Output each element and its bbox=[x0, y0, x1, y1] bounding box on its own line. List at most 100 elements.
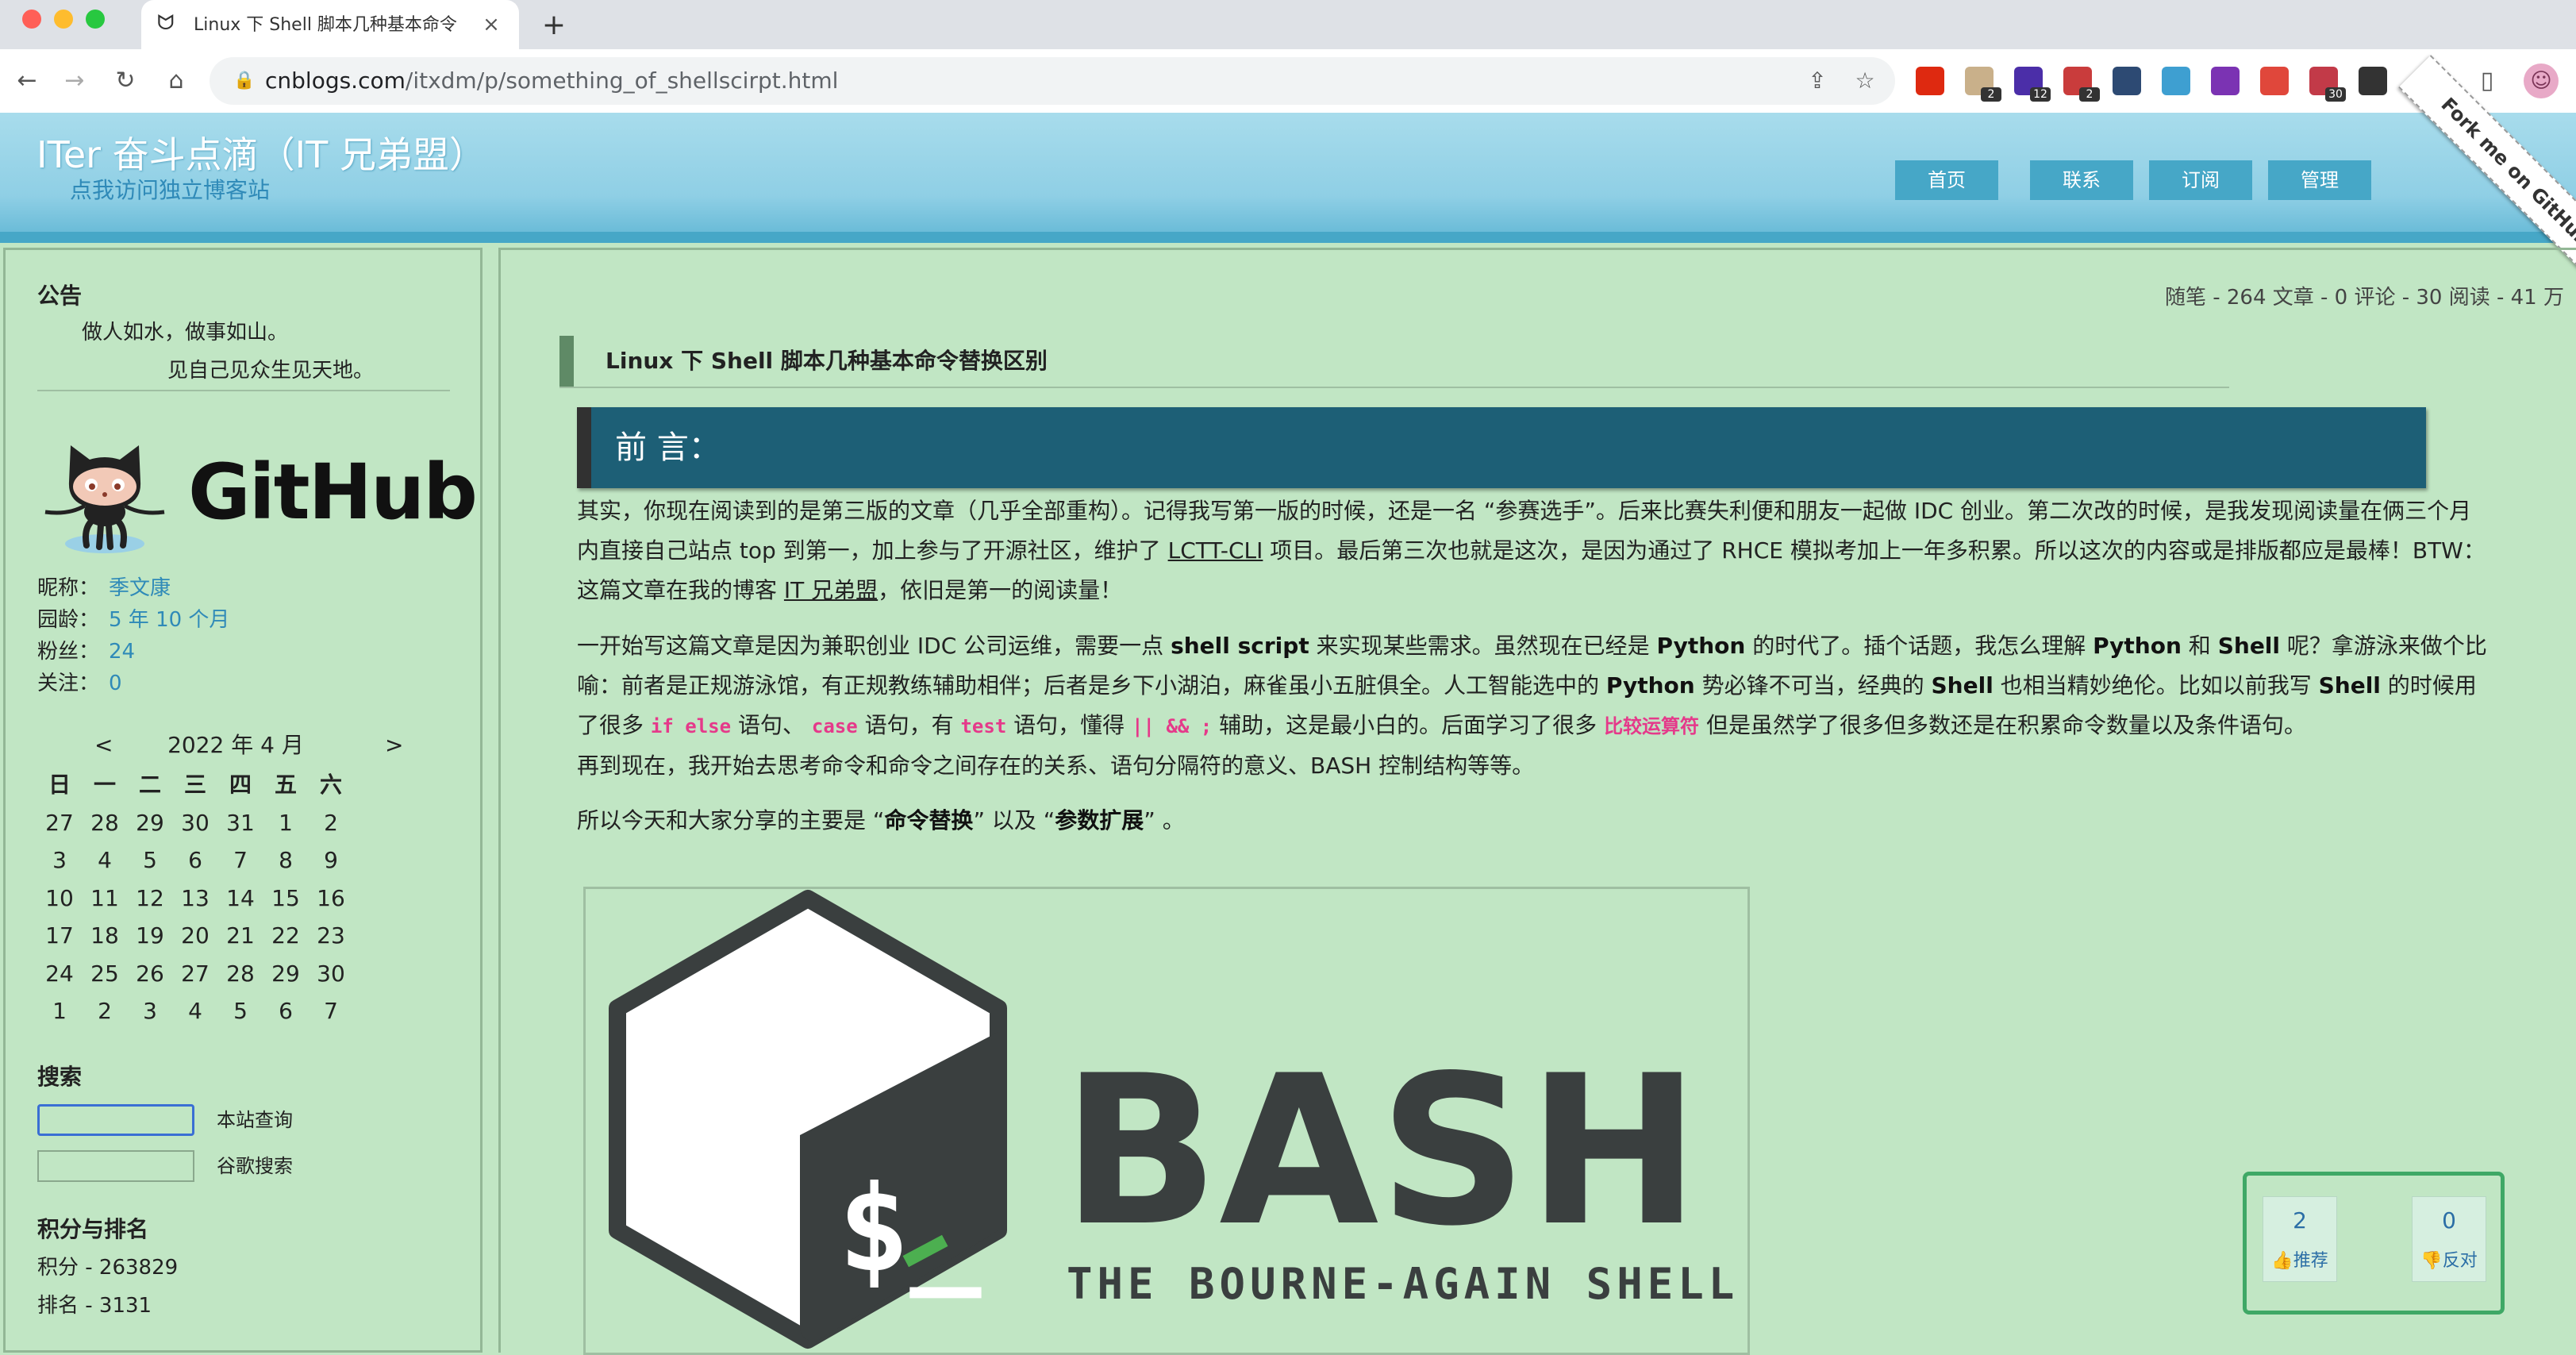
p2-text: 和 bbox=[2181, 633, 2218, 659]
calendar-day[interactable]: 12 bbox=[128, 880, 172, 918]
inline-code: if else bbox=[650, 715, 732, 737]
calendar-prev-button[interactable]: < bbox=[94, 729, 113, 761]
calendar-day[interactable]: 15 bbox=[263, 880, 308, 918]
calendar-day[interactable]: 23 bbox=[309, 917, 353, 955]
profile-nickname-link[interactable]: 季文康 bbox=[109, 572, 171, 604]
calendar-day[interactable]: 26 bbox=[128, 955, 172, 993]
browser-tab-active[interactable]: ᗢ Linux 下 Shell 脚本几种基本命令 × bbox=[141, 0, 519, 49]
paragraph-background: 一开始写这篇文章是因为兼职创业 IDC 公司运维，需要一点 shell scri… bbox=[577, 626, 2576, 786]
calendar-day[interactable]: 10 bbox=[37, 880, 82, 918]
site-title[interactable]: ITer 奋斗点滴（IT 兄弟盟） bbox=[37, 130, 592, 179]
minimize-window-button[interactable] bbox=[54, 10, 73, 29]
calendar-day[interactable]: 13 bbox=[173, 880, 217, 918]
note-extension-icon[interactable] bbox=[2260, 67, 2289, 95]
calendar-day[interactable]: 28 bbox=[218, 955, 263, 993]
calendar-day[interactable]: 29 bbox=[263, 955, 308, 993]
notice-line-1: 做人如水，做事如山。 bbox=[82, 321, 289, 345]
calendar-day[interactable]: 6 bbox=[173, 841, 217, 880]
calendar-day[interactable]: 8 bbox=[263, 841, 308, 880]
calendar-day[interactable]: 7 bbox=[309, 992, 353, 1030]
profile-age-link[interactable]: 5 年 10 个月 bbox=[109, 604, 229, 636]
calendar-day[interactable]: 20 bbox=[173, 917, 217, 955]
onenote-icon[interactable] bbox=[2211, 67, 2240, 95]
bash-tagline: THE BOURNE-AGAIN SHELL bbox=[1067, 1259, 1739, 1309]
calendar-day[interactable]: 14 bbox=[218, 880, 263, 918]
calendar-weekday: 一 bbox=[93, 772, 116, 798]
calendar-day[interactable]: 27 bbox=[173, 955, 217, 993]
it-brother-link[interactable]: IT 兄弟盟 bbox=[784, 577, 878, 603]
calendar-day[interactable]: 29 bbox=[128, 804, 172, 842]
china-flag-icon[interactable] bbox=[1916, 67, 1944, 95]
side-panel-icon[interactable]: ▯ bbox=[2470, 64, 2505, 98]
calendar-day[interactable]: 24 bbox=[37, 955, 82, 993]
google-search-button[interactable]: 谷歌搜索 bbox=[217, 1150, 293, 1182]
close-tab-icon[interactable]: × bbox=[478, 11, 505, 38]
calendar-day[interactable]: 19 bbox=[128, 917, 172, 955]
reload-icon[interactable]: ↻ bbox=[108, 64, 143, 98]
calendar-day[interactable]: 9 bbox=[309, 841, 353, 880]
calendar-extension-icon[interactable]: 30 bbox=[2309, 67, 2346, 102]
calendar-day[interactable]: 16 bbox=[309, 880, 353, 918]
close-window-button[interactable] bbox=[22, 10, 41, 29]
lctt-cli-link[interactable]: LCTT-CLI bbox=[1168, 537, 1263, 564]
calendar-day[interactable]: 30 bbox=[309, 955, 353, 993]
calendar-day[interactable]: 4 bbox=[83, 841, 127, 880]
calendar-day[interactable]: 27 bbox=[37, 804, 82, 842]
calendar-day[interactable]: 21 bbox=[218, 917, 263, 955]
calendar-weekday: 二 bbox=[138, 772, 161, 798]
nav-contact[interactable]: 联系 bbox=[2030, 160, 2133, 200]
calendar-day[interactable]: 3 bbox=[128, 992, 172, 1030]
p2-text: 一开始写这篇文章是因为兼职创业 IDC 公司运维，需要一点 bbox=[577, 633, 1171, 659]
calendar-day[interactable]: 1 bbox=[263, 804, 308, 842]
terminal-extension-icon[interactable] bbox=[2359, 67, 2387, 95]
zoom-window-button[interactable] bbox=[86, 10, 105, 29]
address-bar[interactable]: 🔒 cnblogs.com/itxdm/p/something_of_shell… bbox=[210, 57, 1895, 105]
site-subtitle-link[interactable]: 点我访问独立博客站 bbox=[70, 176, 467, 205]
nav-manage[interactable]: 管理 bbox=[2268, 160, 2371, 200]
tab-title: Linux 下 Shell 脚本几种基本命令 bbox=[194, 15, 457, 35]
google-search-input[interactable] bbox=[37, 1150, 194, 1182]
recommend-button[interactable]: 2 👍推荐 bbox=[2263, 1196, 2337, 1282]
site-search-button[interactable]: 本站查询 bbox=[217, 1104, 293, 1136]
calendar-day[interactable]: 30 bbox=[173, 804, 217, 842]
calendar-day[interactable]: 25 bbox=[83, 955, 127, 993]
calendar-day[interactable]: 6 bbox=[263, 992, 308, 1030]
calendar-day[interactable]: 31 bbox=[218, 804, 263, 842]
circle-extension-icon[interactable] bbox=[2162, 67, 2190, 95]
calendar-day[interactable]: 22 bbox=[263, 917, 308, 955]
site-search-input[interactable] bbox=[37, 1104, 194, 1136]
profile-following-link[interactable]: 0 bbox=[109, 668, 122, 699]
calendar-next-button[interactable]: > bbox=[385, 729, 403, 761]
calendar-day[interactable]: 5 bbox=[218, 992, 263, 1030]
share-icon[interactable]: ⇪ bbox=[1803, 67, 1832, 95]
bookmark-star-icon[interactable]: ☆ bbox=[1851, 67, 1879, 95]
calendar-day[interactable]: 17 bbox=[37, 917, 82, 955]
calendar-day[interactable]: 1 bbox=[37, 992, 82, 1030]
calendar-day[interactable]: 11 bbox=[83, 880, 127, 918]
back-arrow-icon[interactable]: ← bbox=[10, 64, 44, 98]
github-logo[interactable]: GitHub bbox=[37, 426, 478, 558]
nav-home[interactable]: 首页 bbox=[1895, 160, 1998, 200]
cursor-extension-icon[interactable] bbox=[2113, 67, 2141, 95]
ring-extension-icon[interactable]: 2 bbox=[2063, 67, 2100, 102]
calendar-day[interactable]: 18 bbox=[83, 917, 127, 955]
home-icon[interactable]: ⌂ bbox=[159, 64, 194, 98]
calendar-day[interactable]: 4 bbox=[173, 992, 217, 1030]
calendar-day[interactable]: 3 bbox=[37, 841, 82, 880]
nav-subscribe[interactable]: 订阅 bbox=[2149, 160, 2252, 200]
profile-avatar-icon[interactable]: ☺ bbox=[2524, 64, 2559, 98]
graduation-cap-icon[interactable]: 12 bbox=[2014, 67, 2051, 102]
search-heading: 搜索 bbox=[37, 1064, 83, 1090]
calendar-day[interactable]: 7 bbox=[218, 841, 263, 880]
profile-followers-link[interactable]: 24 bbox=[109, 636, 135, 668]
calendar-day[interactable]: 28 bbox=[83, 804, 127, 842]
new-tab-button[interactable]: + bbox=[536, 8, 571, 43]
post-title-link[interactable]: Linux 下 Shell 脚本几种基本命令替换区别 bbox=[606, 345, 1048, 377]
oppose-button[interactable]: 0 👎反对 bbox=[2412, 1196, 2486, 1282]
calendar-day[interactable]: 5 bbox=[128, 841, 172, 880]
calendar-day[interactable]: 2 bbox=[83, 992, 127, 1030]
calendar-day[interactable]: 2 bbox=[309, 804, 353, 842]
coin-extension-icon[interactable]: 2 bbox=[1965, 67, 2001, 102]
forward-arrow-icon[interactable]: → bbox=[57, 64, 92, 98]
p1-text: 内直接自己站点 top 到第一，加上参与了开源社区，维护了 bbox=[577, 537, 1168, 564]
